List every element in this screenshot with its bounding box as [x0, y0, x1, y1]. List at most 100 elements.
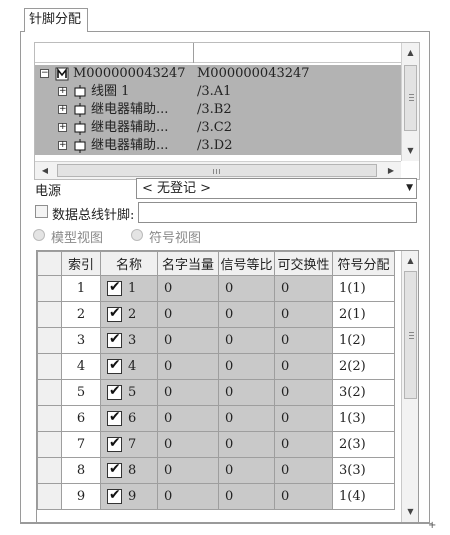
column-header-name-equiv[interactable]: 名字当量 — [157, 251, 219, 276]
table-row[interactable]: 3 ✔ 3 0 0 0 1(2) — [37, 327, 395, 354]
row-checkbox[interactable]: ✔ — [107, 383, 122, 400]
row-header[interactable] — [37, 275, 62, 302]
scroll-up-icon[interactable]: ▲ — [402, 45, 419, 61]
grid-vertical-scrollbar[interactable]: ▲ ▼ — [401, 251, 418, 522]
cell-name[interactable]: ✔ 7 — [100, 431, 158, 458]
tree-node-child[interactable]: + 继电器辅助... /3.C2 — [35, 119, 401, 137]
table-row[interactable]: 7 ✔ 7 0 0 0 2(3) — [37, 431, 395, 458]
column-header-symbol[interactable]: 符号分配 — [332, 251, 395, 276]
cell-name-text: 4 — [128, 359, 137, 374]
device-icon — [55, 67, 69, 81]
cell-name[interactable]: ✔ 4 — [100, 353, 158, 380]
row-checkbox[interactable]: ✔ — [107, 331, 122, 348]
symbol-view-radio[interactable] — [131, 229, 143, 241]
row-checkbox[interactable]: ✔ — [107, 487, 122, 504]
table-row[interactable]: 1 ✔ 1 0 0 0 1(1) — [37, 275, 395, 302]
row-header[interactable] — [37, 301, 62, 328]
row-header[interactable] — [37, 405, 62, 432]
panel-bottom-border — [20, 523, 432, 524]
tree-horizontal-scrollbar[interactable]: ◀ ▶ — [35, 161, 401, 179]
cell-name[interactable]: ✔ 5 — [100, 379, 158, 406]
row-header-corner[interactable] — [37, 251, 62, 276]
power-select-value: < 无登记 > — [142, 181, 212, 196]
column-divider[interactable] — [193, 43, 194, 63]
expand-icon[interactable]: + — [58, 87, 67, 96]
scrollbar-thumb[interactable] — [404, 271, 417, 399]
scroll-down-icon[interactable]: ▼ — [402, 504, 418, 520]
power-select[interactable]: < 无登记 > ▼ — [136, 178, 417, 199]
row-header[interactable] — [37, 327, 62, 354]
column-header-swap[interactable]: 可交换性 — [274, 251, 333, 276]
cell-name-equiv: 0 — [157, 431, 219, 458]
coil-icon — [74, 85, 86, 99]
collapse-icon[interactable]: − — [40, 69, 49, 78]
expand-icon[interactable]: + — [58, 123, 67, 132]
tree-node-child[interactable]: + 继电器辅助... /3.D2 — [35, 137, 401, 155]
tree-vertical-scrollbar[interactable]: ▲ ▼ — [401, 43, 419, 161]
cell-name[interactable]: ✔ 3 — [100, 327, 158, 354]
column-header-name[interactable]: 名称 — [100, 251, 158, 276]
pin-grid: 索引 名称 名字当量 信号等比 可交换性 符号分配 1 ✔ 1 0 0 0 1(1… — [36, 250, 419, 523]
cell-symbol[interactable]: 1(2) — [332, 327, 395, 354]
row-checkbox[interactable]: ✔ — [107, 357, 122, 374]
cell-name[interactable]: ✔ 2 — [100, 301, 158, 328]
tree-node-root[interactable]: − M000000043247 M000000043247 — [35, 65, 401, 83]
cell-symbol[interactable]: 2(1) — [332, 301, 395, 328]
resize-grip-icon[interactable]: + — [428, 520, 436, 531]
cell-symbol[interactable]: 1(1) — [332, 275, 395, 302]
scroll-left-icon[interactable]: ◀ — [37, 162, 53, 179]
cell-symbol[interactable]: 1(3) — [332, 405, 395, 432]
tree-view: − M000000043247 M000000043247 + 线圈 1 /3.… — [34, 42, 420, 180]
table-row[interactable]: 4 ✔ 4 0 0 0 2(2) — [37, 353, 395, 380]
row-header[interactable] — [37, 483, 62, 510]
row-header[interactable] — [37, 431, 62, 458]
cell-name[interactable]: ✔ 1 — [100, 275, 158, 302]
table-row[interactable]: 8 ✔ 8 0 0 0 3(3) — [37, 457, 395, 484]
cell-swap: 0 — [274, 327, 333, 354]
cell-symbol[interactable]: 2(3) — [332, 431, 395, 458]
expand-icon[interactable]: + — [58, 105, 67, 114]
row-header[interactable] — [37, 379, 62, 406]
row-checkbox[interactable]: ✔ — [107, 305, 122, 322]
row-header[interactable] — [37, 353, 62, 380]
scroll-up-icon[interactable]: ▲ — [402, 253, 418, 269]
cell-symbol[interactable]: 2(2) — [332, 353, 395, 380]
scrollbar-thumb[interactable] — [57, 164, 377, 177]
checkmark-icon: ✔ — [109, 305, 121, 321]
tab-pin-assignment[interactable]: 针脚分配 — [24, 8, 88, 32]
chevron-down-icon[interactable]: ▼ — [406, 179, 413, 198]
model-view-label: 模型视图 — [51, 231, 104, 246]
scroll-right-icon[interactable]: ▶ — [383, 162, 399, 179]
cell-symbol[interactable]: 3(3) — [332, 457, 395, 484]
column-header-index[interactable]: 索引 — [61, 251, 101, 276]
row-checkbox[interactable]: ✔ — [107, 409, 122, 426]
cell-symbol[interactable]: 3(2) — [332, 379, 395, 406]
tree-node-name: 继电器辅助... — [91, 138, 169, 153]
tree-node-child[interactable]: + 线圈 1 /3.A1 — [35, 83, 401, 101]
scrollbar-thumb[interactable] — [404, 65, 417, 131]
table-row[interactable]: 9 ✔ 9 0 0 0 1(4) — [37, 483, 395, 510]
cell-symbol[interactable]: 1(4) — [332, 483, 395, 510]
tree-node-child[interactable]: + 继电器辅助... /3.B2 — [35, 101, 401, 119]
cell-signal-ratio: 0 — [218, 431, 275, 458]
scroll-down-icon[interactable]: ▼ — [402, 143, 419, 159]
bus-pin-input[interactable] — [138, 202, 417, 223]
row-header[interactable] — [37, 457, 62, 484]
cell-swap: 0 — [274, 275, 333, 302]
cell-name-text: 7 — [128, 437, 137, 452]
expand-icon[interactable]: + — [58, 141, 67, 150]
row-checkbox[interactable]: ✔ — [107, 279, 122, 296]
model-view-radio[interactable] — [33, 229, 45, 241]
cell-index: 8 — [61, 457, 101, 484]
cell-name[interactable]: ✔ 9 — [100, 483, 158, 510]
table-row[interactable]: 5 ✔ 5 0 0 0 3(2) — [37, 379, 395, 406]
cell-name[interactable]: ✔ 6 — [100, 405, 158, 432]
cell-name[interactable]: ✔ 8 — [100, 457, 158, 484]
column-header-signal-ratio[interactable]: 信号等比 — [218, 251, 275, 276]
table-row[interactable]: 6 ✔ 6 0 0 0 1(3) — [37, 405, 395, 432]
bus-pin-checkbox[interactable] — [35, 205, 48, 218]
cell-swap: 0 — [274, 431, 333, 458]
row-checkbox[interactable]: ✔ — [107, 435, 122, 452]
row-checkbox[interactable]: ✔ — [107, 461, 122, 478]
table-row[interactable]: 2 ✔ 2 0 0 0 2(1) — [37, 301, 395, 328]
